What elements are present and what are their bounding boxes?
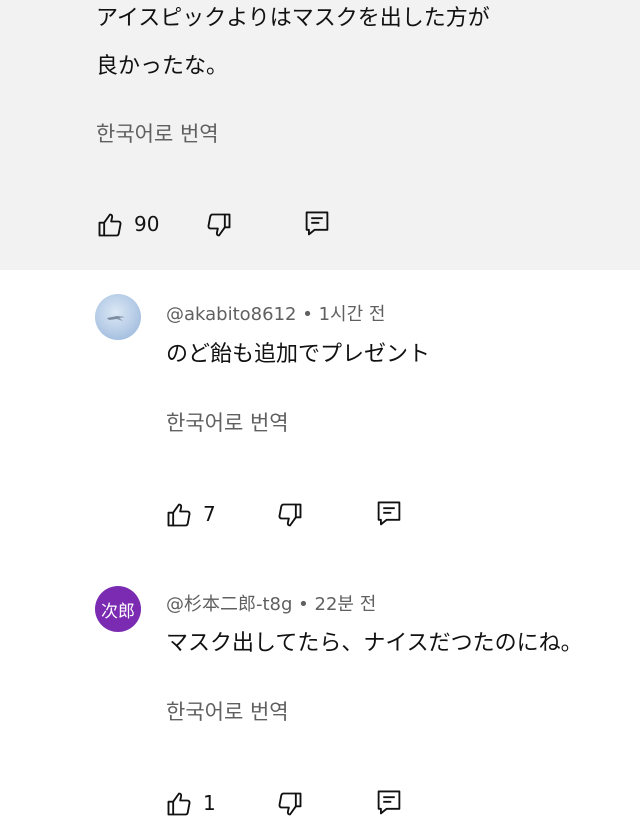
thumb-down-icon[interactable] xyxy=(205,211,233,239)
avatar[interactable]: 次郎 xyxy=(95,586,141,632)
thumb-up-icon[interactable] xyxy=(165,501,193,529)
thumb-up-icon[interactable] xyxy=(96,211,124,239)
thumb-down-icon[interactable] xyxy=(276,501,304,529)
separator-dot: • xyxy=(298,594,309,615)
separator-dot: • xyxy=(302,304,313,325)
comment-text: アイスピックよりはマスクを出した方が xyxy=(96,6,490,31)
like-count: 7 xyxy=(203,502,216,526)
like-count: 1 xyxy=(203,791,216,815)
timestamp[interactable]: 22분 전 xyxy=(315,594,377,615)
comment-text-line2: 良かったな。 xyxy=(96,54,229,79)
timestamp[interactable]: 1시간 전 xyxy=(319,304,386,325)
comment-text: のど飴も追加でプレゼント xyxy=(166,342,431,367)
translate-button[interactable]: 한국어로 번역 xyxy=(166,696,289,726)
author-handle[interactable]: @杉本二郎-t8g xyxy=(166,594,292,615)
thumb-down-icon[interactable] xyxy=(276,790,304,818)
comment-header: @akabito8612 • 1시간 전 xyxy=(166,300,385,326)
like-count: 90 xyxy=(134,212,160,236)
translate-button[interactable]: 한국어로 번역 xyxy=(96,118,219,148)
comment-header: @杉本二郎-t8g • 22분 전 xyxy=(166,590,376,616)
thumb-up-icon[interactable] xyxy=(165,790,193,818)
translate-button[interactable]: 한국어로 번역 xyxy=(166,407,289,437)
comment-text: マスク出してたら、ナイスだつたのにね。 xyxy=(166,631,583,656)
reply-icon[interactable] xyxy=(375,499,403,529)
author-handle[interactable]: @akabito8612 xyxy=(166,304,296,325)
avatar[interactable] xyxy=(95,294,141,340)
reply-icon[interactable] xyxy=(375,788,403,818)
reply-icon[interactable] xyxy=(303,209,331,239)
